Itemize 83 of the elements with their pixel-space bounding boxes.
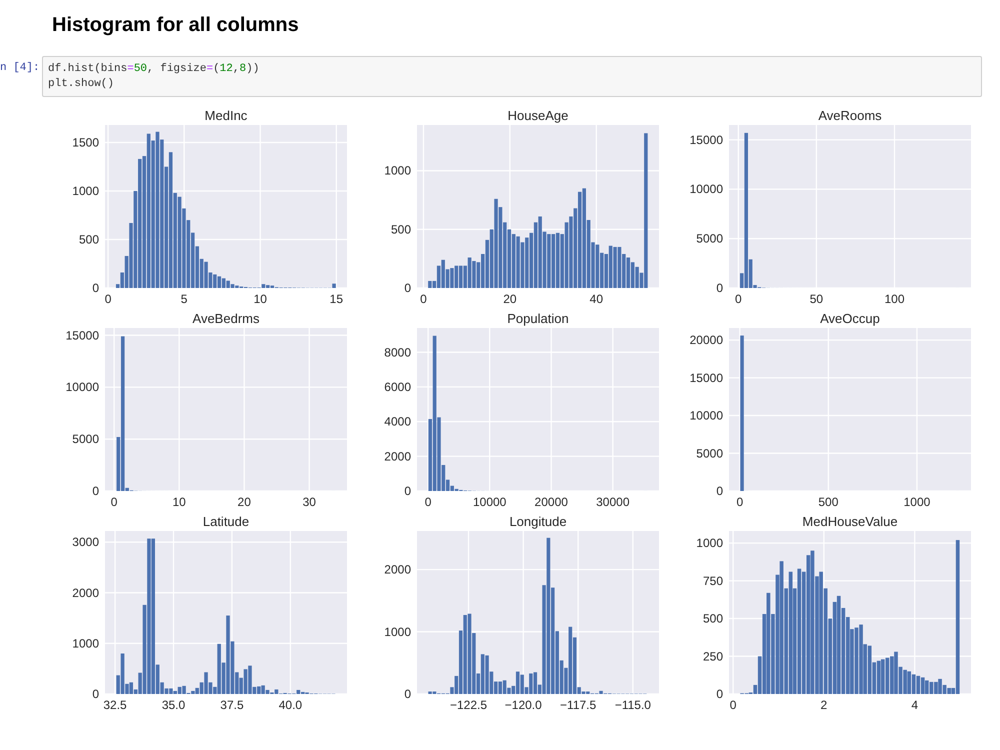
- axis-tick-label: 20: [238, 495, 251, 509]
- axis-tick-label: 250: [702, 649, 723, 664]
- axis-tick-label: 2000: [384, 449, 411, 464]
- axis-tick-label: 2000: [72, 586, 99, 600]
- axis-tick-label: 4: [911, 698, 918, 712]
- axis-tick-label: 1000: [72, 184, 99, 198]
- axis-tick-label: 500: [818, 495, 838, 509]
- axis-tick-label: 0: [110, 495, 118, 509]
- axis-tick-label: 1000: [72, 636, 99, 650]
- axis-tick-label: 1000: [384, 164, 411, 178]
- section-heading: Histogram for all columns: [52, 14, 299, 37]
- chart-title: MedInc: [204, 108, 248, 123]
- axis-tick-label: 10000: [66, 380, 99, 394]
- axis-tick-label: 1000: [384, 624, 411, 639]
- axis-tick-label: −120.0: [504, 698, 542, 712]
- axis-tick-label: 4000: [384, 414, 411, 429]
- axis-tick-label: 20: [503, 292, 517, 306]
- chart-title: Longitude: [509, 514, 567, 529]
- axis-tick-label: 0: [92, 281, 99, 295]
- axis-tick-label: 0: [716, 281, 723, 295]
- axis-tick-label: 100: [884, 292, 904, 306]
- axis-tick-label: 500: [78, 232, 99, 246]
- axis-tick-label: −122.5: [450, 698, 488, 712]
- axis-tick-label: 0: [716, 687, 723, 701]
- axis-tick-label: 0: [420, 292, 427, 306]
- axis-tick-label: 0: [404, 687, 411, 701]
- axis-tick-label: 1500: [72, 135, 99, 150]
- axis-tick-label: 15000: [66, 328, 99, 342]
- cell-prompt: n [4]:: [0, 61, 41, 74]
- code-line: df.hist(bins=50, figsize=(12,8)): [48, 62, 260, 77]
- axis-tick-label: 5000: [72, 432, 99, 446]
- axis-tick-label: 37.5: [220, 698, 244, 712]
- axis-tick-label: 0: [92, 484, 99, 498]
- axis-tick-label: 8000: [384, 345, 411, 360]
- axis-tick-label: 40: [590, 292, 604, 306]
- chart-title: Latitude: [202, 514, 250, 529]
- axis-tick-label: 1000: [904, 495, 930, 509]
- axis-tick-label: 32.5: [103, 698, 127, 712]
- axis-tick-label: 0: [424, 495, 432, 509]
- axis-tick-label: 15: [330, 292, 344, 306]
- axis-tick-label: 0: [730, 698, 736, 712]
- axis-tick-label: 30: [302, 495, 316, 509]
- axis-tick-label: 0: [404, 484, 411, 498]
- axis-tick-label: −117.5: [560, 698, 596, 712]
- axis-tick-label: 20000: [690, 333, 723, 348]
- axis-tick-label: 0: [92, 687, 99, 701]
- axis-tick-label: 2: [820, 698, 828, 712]
- axis-tick-label: 10000: [690, 408, 723, 423]
- axis-tick-label: 6000: [384, 380, 411, 394]
- axis-tick-label: 2000: [384, 562, 411, 577]
- axis-tick-label: 10: [172, 495, 186, 509]
- axis-tick-label: 1000: [696, 536, 723, 550]
- axis-tick-label: 40.0: [278, 698, 302, 712]
- axis-tick-label: 15000: [690, 370, 723, 385]
- chart-title: AveRooms: [818, 108, 882, 123]
- axis-tick-label: 10: [254, 292, 267, 306]
- axis-tick-label: 20000: [534, 495, 568, 509]
- axis-tick-label: 15000: [690, 132, 723, 147]
- axis-tick-label: 500: [390, 222, 411, 236]
- axis-tick-label: 500: [702, 612, 723, 626]
- axis-tick-label: 35.0: [162, 698, 186, 712]
- chart-title: HouseAge: [508, 108, 568, 123]
- axis-tick-label: 0: [716, 484, 723, 498]
- axis-tick-label: 0: [404, 281, 411, 295]
- axis-tick-label: 50: [810, 292, 824, 306]
- axis-tick-label: 5: [180, 292, 188, 306]
- axis-tick-label: 5000: [696, 232, 723, 246]
- axis-tick-label: 750: [702, 574, 723, 588]
- axis-tick-label: 0: [735, 292, 742, 306]
- chart-title: MedHouseValue: [802, 514, 898, 529]
- axis-tick-label: 10000: [472, 495, 506, 509]
- chart-title: AveBedrms: [192, 311, 260, 326]
- axis-tick-label: 3000: [72, 535, 99, 550]
- axis-tick-label: 30000: [596, 495, 630, 509]
- axis-tick-label: 0: [104, 292, 112, 306]
- chart-title: Population: [507, 311, 569, 326]
- axis-tick-label: 10000: [690, 182, 723, 196]
- axis-tick-label: 0: [736, 495, 744, 509]
- axis-tick-label: −115.0: [614, 698, 651, 712]
- code-line: plt.show(): [48, 77, 114, 92]
- code-editor[interactable]: df.hist(bins=50, figsize=(12,8)) plt.show(): [42, 56, 982, 97]
- axis-tick-label: 5000: [696, 446, 723, 460]
- chart-title: AveOccup: [820, 311, 880, 326]
